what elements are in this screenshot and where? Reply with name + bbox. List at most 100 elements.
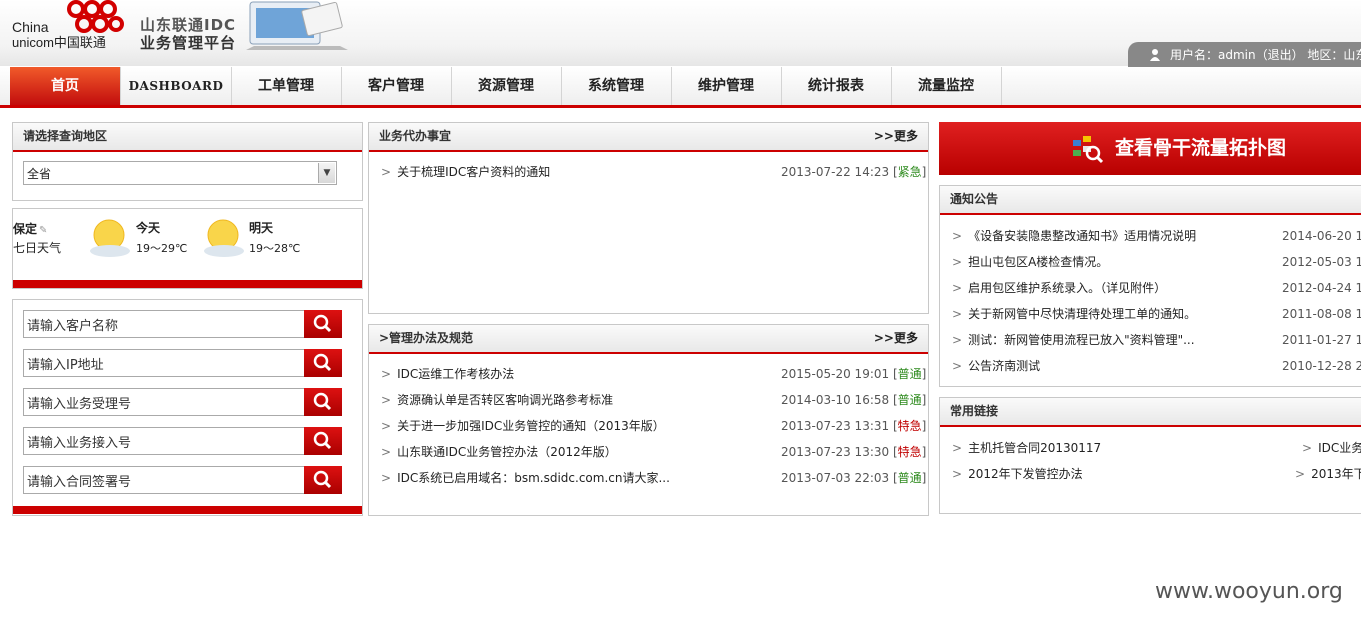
list-item: > IDC系统已启用域名：bsm.sdidc.com.cn请大家... [381,471,670,485]
nav-home[interactable]: 首页 [10,67,121,105]
weather-tomorrow-label: 明天 [249,221,274,235]
notice-item-date: 2012-04-24 17 [1282,281,1361,295]
weather-today-label: 今天 [136,221,161,235]
rules-item-date: 2013-07-23 13:31 [特急] [781,419,927,433]
todo-panel-header: 业务代办事宜 >>更多 [369,123,928,152]
todo-item-link[interactable]: 关于梳理IDC客户资料的通知 [397,165,550,179]
user-icon [1150,49,1160,61]
notice-item-link[interactable]: 启用包区维护系统录入。（详见附件） [968,281,1166,295]
rules-item-link[interactable]: 资源确认单是否转区客响调光路参考标准 [397,393,613,407]
priority-tag: 紧急 [897,165,922,179]
todo-panel: 业务代办事宜 >>更多 > 关于梳理IDC客户资料的通知 2013-07-22 1… [368,122,929,314]
chevron-down-icon[interactable]: ▼ [318,163,335,183]
search-panel [12,299,363,516]
weather-tomorrow-temp: 19～28℃ [249,242,301,255]
notice-item-link[interactable]: 公告济南测试 [968,359,1040,373]
user-info-bar: 用户名：admin（退出） 地区：山东 [1128,42,1361,68]
priority-tag: 普通 [897,393,922,407]
todo-more-link[interactable]: >>更多 [874,123,918,150]
priority-tag: 普通 [897,471,922,485]
topology-button[interactable]: 查看骨干流量拓扑图 [939,122,1361,175]
list-item: >IDC业务手 [1302,440,1361,456]
list-item: > 主机托管合同20130117 [952,441,1102,455]
divider [13,506,362,514]
platform-title: 山东联通IDC 业务管理平台 [140,16,236,52]
banner-computer-icon [246,1,348,50]
nav-resource[interactable]: 资源管理 [451,67,562,105]
rules-item-date: 2014-03-10 16:58 [普通] [781,393,927,407]
nav-maintenance[interactable]: 维护管理 [671,67,782,105]
list-item: > IDC运维工作考核办法 [381,367,515,381]
list-item: > 资源确认单是否转区客响调光路参考标准 [381,393,614,407]
weather-week-label[interactable]: 七日天气 [13,239,61,256]
pencil-icon[interactable]: ✎ [39,225,47,236]
weather-city-name: 保定 [13,222,38,236]
contract-number-input[interactable] [23,466,305,494]
nav-customer[interactable]: 客户管理 [341,67,452,105]
access-number-input[interactable] [23,427,305,455]
region-selected-value: 全省 [27,167,52,181]
priority-tag: 普通 [897,367,922,381]
watermark: www.wooyun.org [1155,579,1343,604]
nav-workorder[interactable]: 工单管理 [231,67,342,105]
region-select[interactable]: 全省 ▼ [23,161,337,185]
platform-title-line2: 业务管理平台 [140,34,237,52]
acceptance-number-input[interactable] [23,388,305,416]
nav-system[interactable]: 系统管理 [561,67,672,105]
divider [13,280,362,288]
rules-panel-title: >管理办法及规范 [379,331,474,345]
customer-name-input[interactable] [23,310,305,338]
notice-item-date: 2011-08-08 14 [1282,307,1361,321]
quick-link[interactable]: 2012年下发管控办法 [968,467,1083,481]
notice-item-date: 2014-06-20 11 [1282,229,1361,243]
list-item: >2012年下发管控办法 [952,467,1083,481]
priority-tag: 特急 [897,445,922,459]
nav-traffic[interactable]: 流量监控 [891,67,1002,105]
notice-item-link[interactable]: 《设备安装隐患整改通知书》适用情况说明 [968,229,1196,243]
rules-panel: >管理办法及规范 >>更多 > IDC运维工作考核办法 2015-05-20 19… [368,324,929,516]
quick-link[interactable]: 2013年下发 [1311,467,1361,481]
brand-logo-text: China unicom中国联通 [12,19,106,51]
rules-item-link[interactable]: IDC运维工作考核办法 [397,367,514,381]
logo-unicom: unicom中国联通 [12,35,106,50]
search-icon [313,314,332,333]
sunny-icon [90,219,130,257]
main-nav: 首页 DASHBOARD 工单管理 客户管理 资源管理 系统管理 维护管理 统计… [0,67,1361,108]
list-item: > 公告济南测试 [952,359,1041,373]
nav-reports[interactable]: 统计报表 [781,67,892,105]
rules-item-date: 2013-07-23 13:30 [特急] [781,445,927,459]
notice-item-link[interactable]: 担山屯包区A楼检查情况。 [968,255,1108,269]
notices-panel-title: 通知公告 [940,186,1361,215]
notice-item-date: 2010-12-28 22 [1282,359,1361,373]
quick-link[interactable]: IDC业务手 [1318,441,1361,455]
notice-item-link[interactable]: 测试：新网管使用流程已放入"资料管理"... [968,333,1194,347]
weather-today-temp: 19～29℃ [136,242,188,255]
search-access-button[interactable] [304,427,342,455]
logo-china: China [12,19,49,35]
todo-item-date: 2013-07-22 14:23 [紧急] [781,165,927,179]
list-item: > 担山屯包区A楼检查情况。 [952,255,1109,269]
list-item: > 山东联通IDC业务管控办法（2012年版） [381,445,617,459]
rules-panel-header: >管理办法及规范 >>更多 [369,325,928,354]
ip-address-input[interactable] [23,349,305,377]
rules-item-link[interactable]: IDC系统已启用域名：bsm.sdidc.com.cn请大家... [397,471,670,485]
list-item: > 启用包区维护系统录入。（详见附件） [952,281,1167,295]
search-contract-button[interactable] [304,466,342,494]
search-acceptance-button[interactable] [304,388,342,416]
todo-panel-title: 业务代办事宜 [379,129,452,143]
weather-panel: 保定 ✎ 七日天气 今天 19～29℃ 明天 19～28℃ [12,208,363,289]
platform-title-line1: 山东联通IDC [140,16,237,34]
nav-dashboard[interactable]: DASHBOARD [121,67,232,105]
rules-item-link[interactable]: 山东联通IDC业务管控办法（2012年版） [397,445,617,459]
rules-item-link[interactable]: 关于进一步加强IDC业务管控的通知（2013年版） [397,419,665,433]
weather-city: 保定 ✎ [13,220,47,237]
search-icon [313,353,332,372]
list-item: > 关于新网管中尽快清理待处理工单的通知。 [952,307,1197,321]
rules-more-link[interactable]: >>更多 [874,325,918,352]
search-customer-button[interactable] [304,310,342,338]
user-info-text[interactable]: 用户名：admin（退出） 地区：山东 [1170,48,1361,62]
search-ip-button[interactable] [304,349,342,377]
quick-link[interactable]: 主机托管合同20130117 [968,441,1101,455]
rules-item-date: 2015-05-20 19:01 [普通] [781,367,927,381]
notice-item-link[interactable]: 关于新网管中尽快清理待处理工单的通知。 [968,307,1196,321]
